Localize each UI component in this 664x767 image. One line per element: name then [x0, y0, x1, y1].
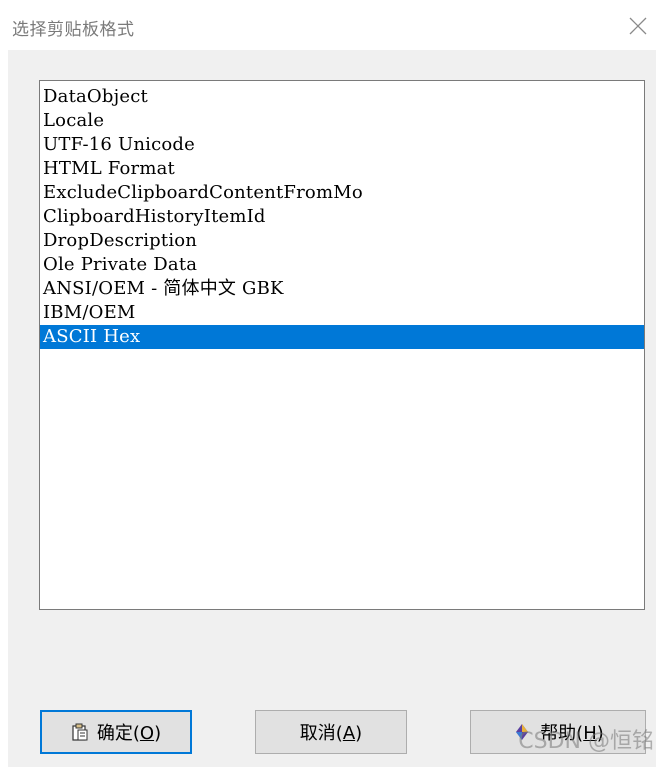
format-list: DataObject Locale UTF-16 Unicode HTML Forma… [40, 81, 644, 349]
format-list-item[interactable]: DataObject [40, 85, 644, 109]
format-list-item[interactable]: UTF-16 Unicode [40, 133, 644, 157]
dialog-title: 选择剪贴板格式 [12, 20, 135, 40]
ok-button-label: 确定(O) [96, 723, 162, 744]
close-button[interactable] [624, 12, 652, 40]
format-list-item[interactable]: Ole Private Data [40, 253, 644, 277]
title-bar: 选择剪贴板格式 [0, 0, 664, 50]
clipboard-format-dialog: 选择剪贴板格式 DataObject Locale UTF-16 Unicode HT… [0, 0, 664, 767]
ok-button[interactable]: 确定(O) [40, 710, 192, 754]
close-icon [629, 17, 647, 35]
format-list-item[interactable]: ASCII Hex [40, 325, 644, 349]
format-listbox[interactable]: DataObject Locale UTF-16 Unicode HTML Forma… [39, 80, 645, 610]
help-button[interactable]: 帮助(H) [470, 710, 646, 754]
format-list-item[interactable]: ClipboardHistoryItemId [40, 205, 644, 229]
format-list-item[interactable]: IBM/OEM [40, 301, 644, 325]
clipboard-icon [71, 723, 89, 741]
format-list-item[interactable]: HTML Format [40, 157, 644, 181]
help-button-label: 帮助(H) [540, 723, 604, 744]
format-list-item[interactable]: ANSI/OEM - 简体中文 GBK [40, 277, 644, 301]
cancel-button[interactable]: 取消(A) [255, 710, 407, 754]
help-icon [512, 722, 532, 742]
dialog-client-area: DataObject Locale UTF-16 Unicode HTML Forma… [8, 50, 656, 767]
format-list-item[interactable]: Locale [40, 109, 644, 133]
cancel-button-label: 取消(A) [299, 723, 363, 744]
format-list-item[interactable]: ExcludeClipboardContentFromMo [40, 181, 644, 205]
format-list-item[interactable]: DropDescription [40, 229, 644, 253]
